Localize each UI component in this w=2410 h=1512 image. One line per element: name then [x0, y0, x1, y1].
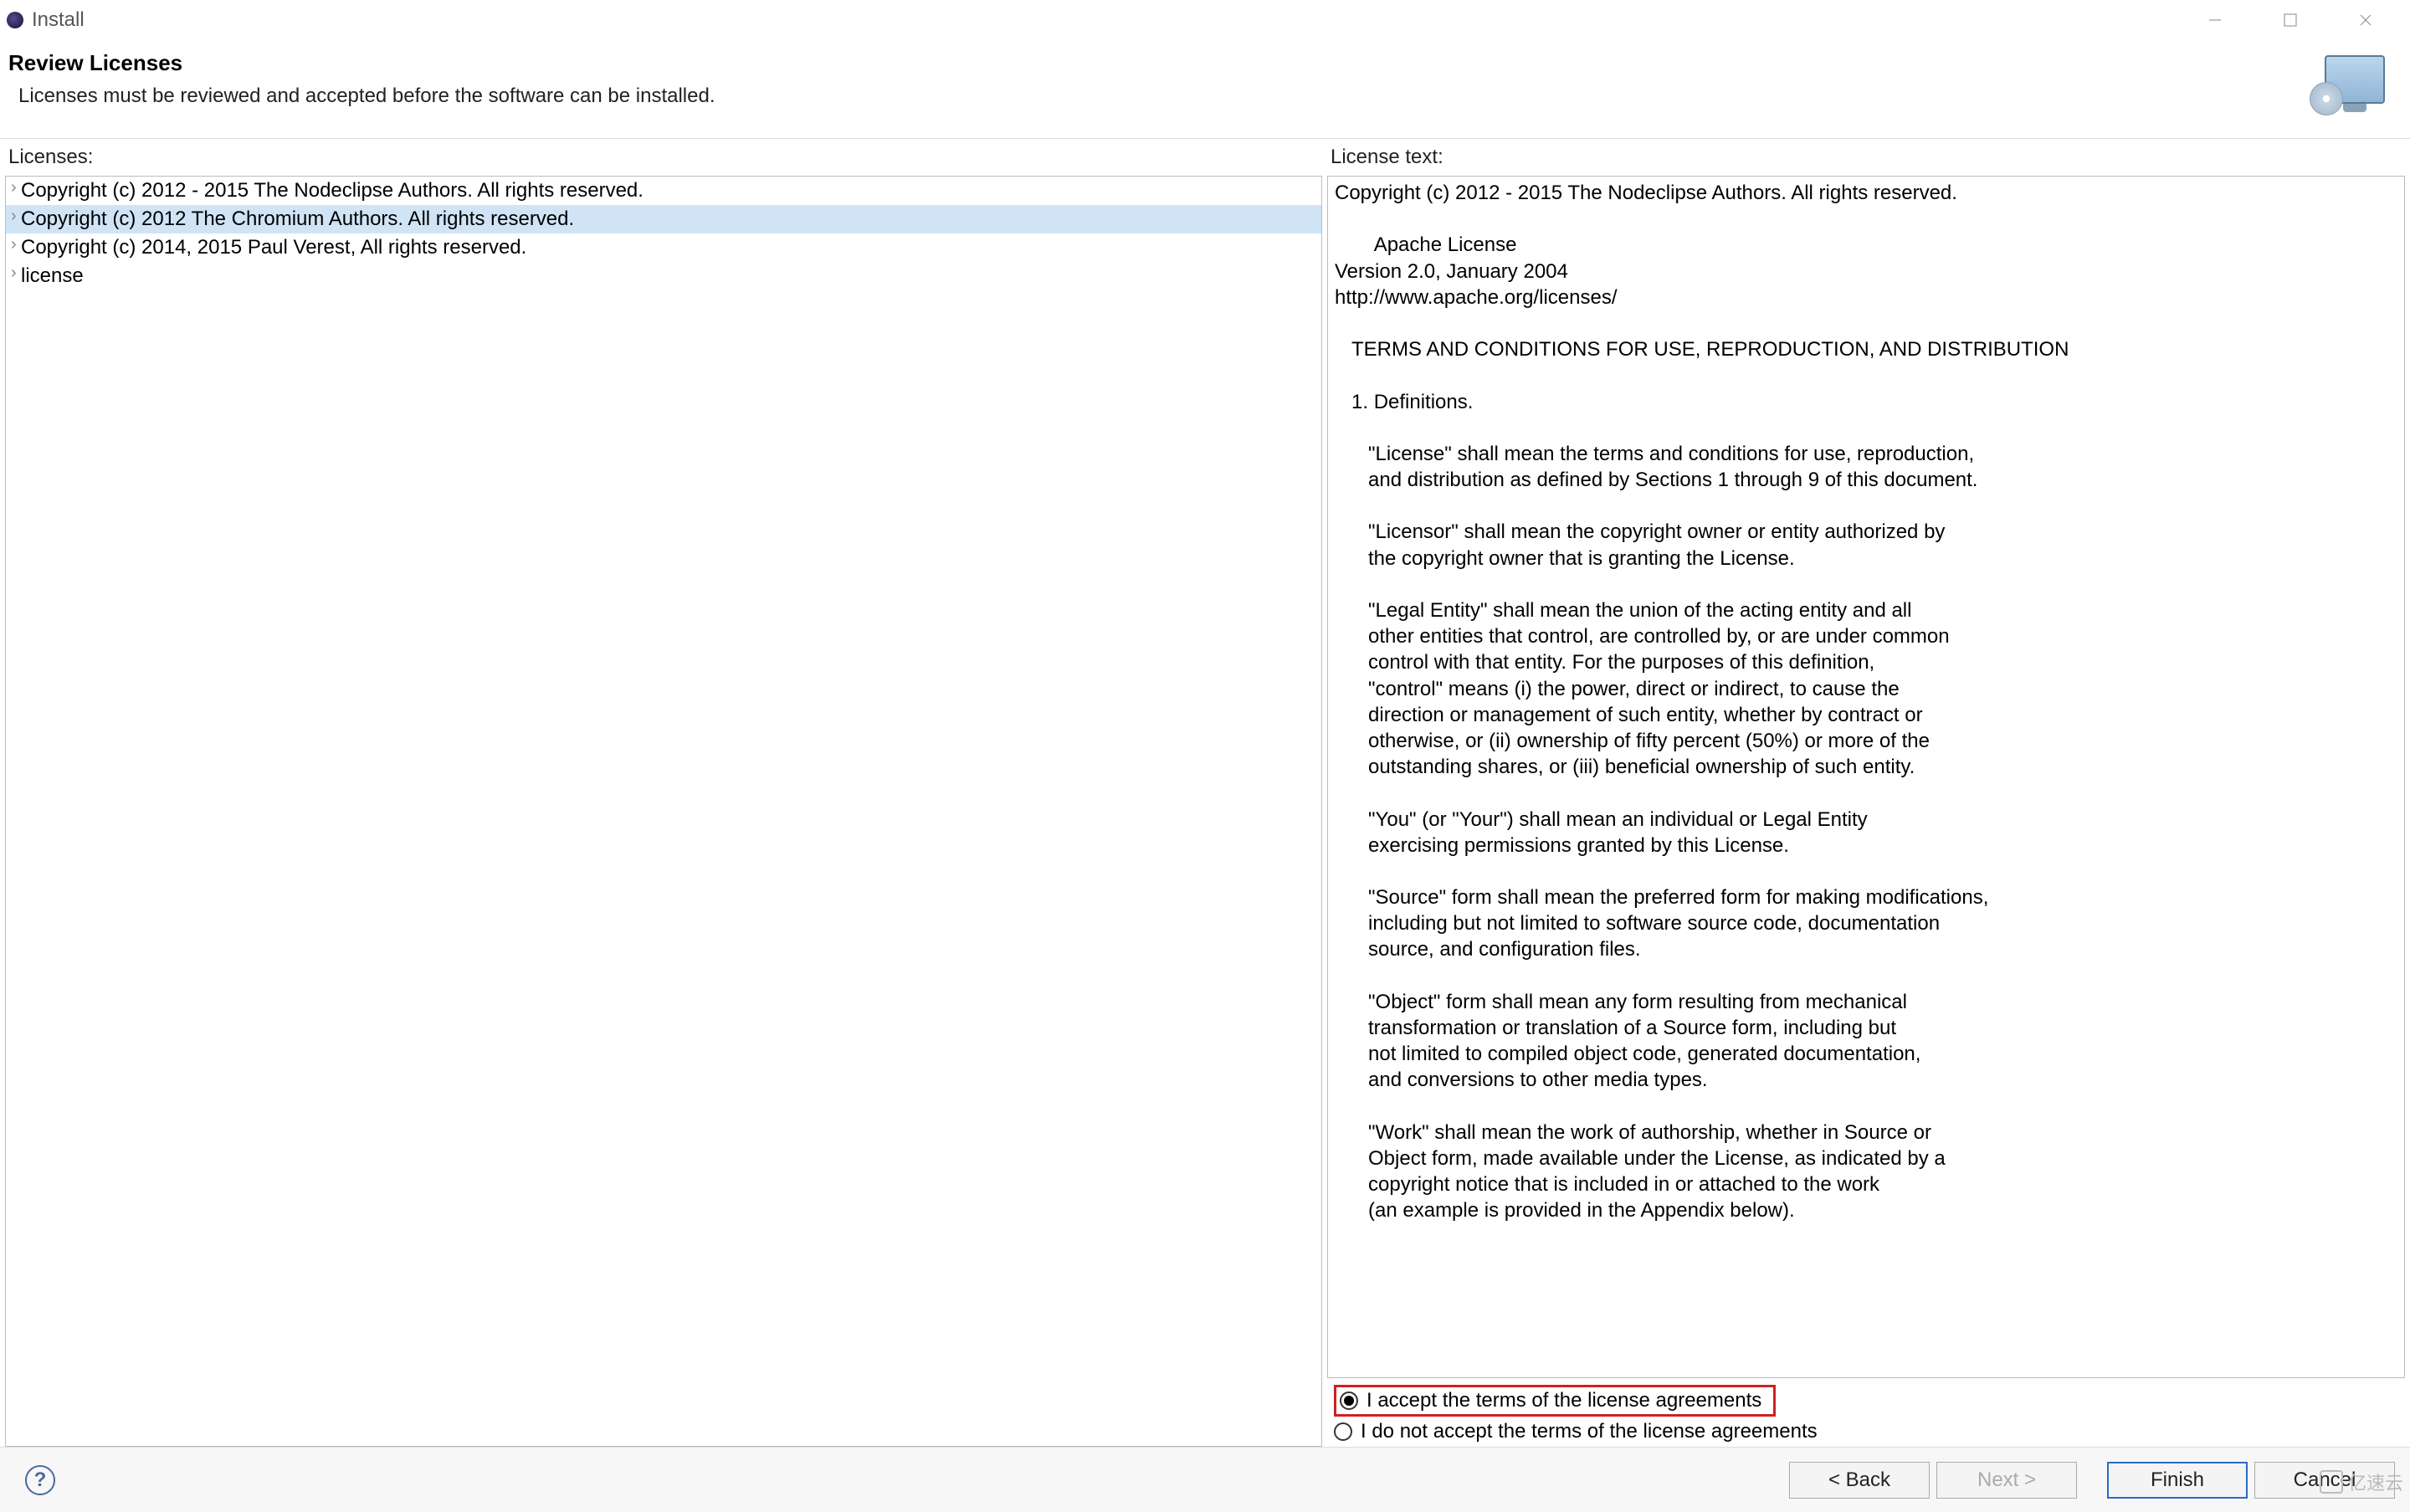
- license-item[interactable]: license: [6, 262, 1321, 290]
- page-description: Licenses must be reviewed and accepted b…: [18, 85, 2306, 108]
- license-item[interactable]: Copyright (c) 2012 - 2015 The Nodeclipse…: [6, 177, 1321, 205]
- cancel-button[interactable]: Cancel: [2254, 1462, 2395, 1499]
- license-text-viewer[interactable]: Copyright (c) 2012 - 2015 The Nodeclipse…: [1327, 176, 2405, 1378]
- eclipse-icon: [7, 12, 23, 28]
- page-title: Review Licenses: [8, 50, 2306, 76]
- accept-radio[interactable]: I accept the terms of the license agreem…: [1334, 1385, 1776, 1417]
- finish-button[interactable]: Finish: [2107, 1462, 2248, 1499]
- content-area: Licenses: Copyright (c) 2012 - 2015 The …: [0, 139, 2410, 1447]
- close-button[interactable]: [2328, 0, 2403, 40]
- window-title: Install: [32, 8, 85, 32]
- accept-radio-label: I accept the terms of the license agreem…: [1367, 1389, 1761, 1412]
- license-item[interactable]: Copyright (c) 2014, 2015 Paul Verest, Al…: [6, 233, 1321, 262]
- header-panel: Review Licenses Licenses must be reviewe…: [0, 40, 2410, 139]
- next-button: Next >: [1936, 1462, 2077, 1499]
- install-wizard-icon: [2306, 50, 2390, 117]
- minimize-button[interactable]: [2177, 0, 2253, 40]
- decline-radio[interactable]: I do not accept the terms of the license…: [1334, 1418, 2402, 1445]
- accept-radio-group: I accept the terms of the license agreem…: [1327, 1378, 2405, 1447]
- license-text-label: License text:: [1327, 139, 2405, 176]
- decline-radio-label: I do not accept the terms of the license…: [1361, 1420, 1818, 1443]
- license-text-pane: License text: Copyright (c) 2012 - 2015 …: [1327, 139, 2410, 1447]
- radio-icon: [1334, 1422, 1352, 1441]
- maximize-button[interactable]: [2253, 0, 2328, 40]
- licenses-label: Licenses:: [5, 139, 1322, 176]
- radio-icon: [1340, 1392, 1358, 1410]
- help-button[interactable]: ?: [25, 1465, 55, 1495]
- back-button[interactable]: < Back: [1789, 1462, 1930, 1499]
- license-item[interactable]: Copyright (c) 2012 The Chromium Authors.…: [6, 205, 1321, 233]
- licenses-pane: Licenses: Copyright (c) 2012 - 2015 The …: [0, 139, 1322, 1447]
- footer: ? < Back Next > Finish Cancel: [0, 1447, 2410, 1512]
- titlebar: Install: [0, 0, 2410, 40]
- license-list[interactable]: Copyright (c) 2012 - 2015 The Nodeclipse…: [5, 176, 1322, 1447]
